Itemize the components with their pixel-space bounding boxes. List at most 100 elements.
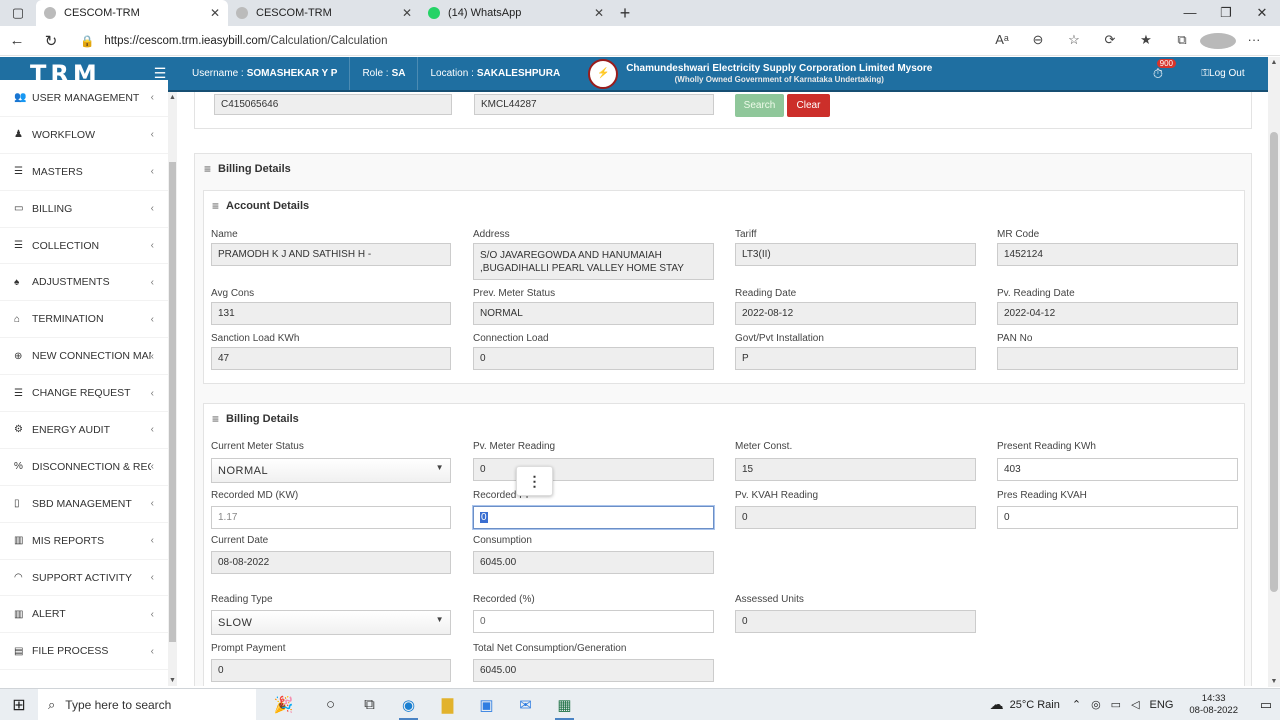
- pres-kvah-input[interactable]: 0: [997, 506, 1238, 529]
- role-info: Role : SA: [350, 57, 419, 90]
- close-tab-icon[interactable]: ✕: [210, 6, 220, 20]
- sidebar-item[interactable]: ☰ MASTERS ‹: [0, 154, 168, 191]
- rr-number-input[interactable]: KMCL44287: [474, 94, 714, 115]
- clear-button[interactable]: Clear: [787, 94, 830, 117]
- sidebar-item[interactable]: ⚙ ENERGY AUDIT ‹: [0, 412, 168, 449]
- favorite-icon[interactable]: ☆: [1056, 32, 1092, 49]
- billing-details-header: ≡ Billing Details: [204, 162, 291, 176]
- more-options-icon[interactable]: ⋮: [516, 466, 553, 496]
- url-field[interactable]: 🔒 https://cescom.trm.ieasybill.com/Calcu…: [72, 30, 984, 52]
- sidebar-item-label: CHANGE REQUEST: [32, 387, 131, 400]
- taskbar-clock[interactable]: 14:33 08-08-2022: [1189, 693, 1238, 717]
- logout-button[interactable]: ⚿Log Out: [1178, 68, 1268, 79]
- sidebar-item[interactable]: ♟ WORKFLOW ‹: [0, 117, 168, 154]
- chevron-left-icon: ‹: [150, 498, 154, 510]
- reading-date-field: 2022-08-12: [735, 302, 976, 325]
- cortana-icon[interactable]: ○: [311, 689, 350, 721]
- close-tab-icon[interactable]: ✕: [402, 6, 412, 20]
- consumption-label: Consumption: [473, 535, 532, 546]
- weather-text[interactable]: 25°C Rain: [1010, 699, 1060, 711]
- sidebar-item[interactable]: 👥 USER MANAGEMENT ‹: [0, 80, 168, 117]
- store-icon[interactable]: ▣: [467, 689, 506, 721]
- sidebar-item[interactable]: ♠ ADJUSTMENTS ‹: [0, 264, 168, 302]
- chevron-left-icon: ‹: [150, 608, 154, 620]
- tab-actions-icon[interactable]: ▢: [0, 0, 36, 26]
- excel-icon[interactable]: ▦: [545, 689, 584, 721]
- chevron-left-icon: ‹: [150, 461, 154, 473]
- browser-tab[interactable]: CESCOM-TRM ✕: [228, 0, 420, 26]
- sidebar-item[interactable]: ▥ ALERT ‹: [0, 596, 168, 634]
- prev-meter-status-field: NORMAL: [473, 302, 714, 325]
- mail-icon[interactable]: ✉: [506, 689, 545, 721]
- sidebar-item[interactable]: % DISCONNECTION & RECO...‹: [0, 449, 168, 486]
- notification-center-icon[interactable]: ▭: [1252, 697, 1280, 713]
- sidebar-item[interactable]: ◠ SUPPORT ACTIVITY ‹: [0, 560, 168, 597]
- tray-chevron-icon[interactable]: ⌃: [1072, 698, 1081, 711]
- collections-icon[interactable]: ⧉: [1164, 32, 1200, 49]
- location-icon[interactable]: ◎: [1091, 698, 1101, 711]
- sidebar-item[interactable]: ▯ SBD MANAGEMENT ‹: [0, 486, 168, 523]
- sidebar-item[interactable]: ☰ CHANGE REQUEST ‹: [0, 375, 168, 413]
- close-tab-icon[interactable]: ✕: [594, 6, 604, 20]
- account-id-input[interactable]: C415065646: [214, 94, 452, 115]
- sidebar: 👥 USER MANAGEMENT ‹ ♟ WORKFLOW ‹ ☰ MASTERS ‹ ▭ BIL…: [0, 80, 168, 674]
- recorded-percent-input[interactable]: 0: [473, 610, 714, 633]
- file-icon: ▤: [14, 645, 24, 657]
- address-bar-row: ← ↻ 🔒 https://cescom.trm.ieasybill.com/C…: [0, 26, 1280, 56]
- plus-circle-icon: ⊕: [14, 350, 23, 362]
- pan-field: [997, 347, 1238, 370]
- sidebar-item[interactable]: ⌂ TERMINATION ‹: [0, 301, 168, 339]
- taskbar-search[interactable]: ⌕ Type here to search: [38, 688, 256, 721]
- close-window-icon[interactable]: ✕: [1244, 5, 1280, 21]
- favorites-bar-icon[interactable]: ★: [1128, 32, 1164, 49]
- edge-browser-icon[interactable]: ◉: [389, 689, 428, 721]
- location-info: Location : SAKALESHPURA: [430, 68, 561, 79]
- volume-icon[interactable]: ◁: [1131, 698, 1139, 711]
- recorded-pf-input[interactable]: 0: [473, 506, 714, 529]
- page-favicon-icon: [44, 7, 56, 19]
- reading-type-label: Reading Type: [211, 594, 273, 605]
- list-icon: ☰: [14, 387, 23, 399]
- account-details-header: ≡ Account Details: [212, 199, 310, 213]
- notification-button[interactable]: ⏱ 900: [1138, 58, 1178, 82]
- recorded-md-input[interactable]: 1.17: [211, 506, 451, 529]
- maximize-icon[interactable]: ❐: [1208, 5, 1244, 21]
- menu-lines-icon: ≡: [212, 412, 220, 426]
- extensions-icon[interactable]: ⟳: [1092, 32, 1128, 49]
- network-icon[interactable]: ▭: [1111, 698, 1121, 711]
- search-button[interactable]: Search: [735, 94, 784, 117]
- mrcode-field: 1452124: [997, 243, 1238, 266]
- file-explorer-icon[interactable]: ▇: [428, 689, 467, 721]
- browser-tab-whatsapp[interactable]: (14) WhatsApp ✕: [420, 0, 612, 26]
- sidebar-item[interactable]: ▭ BILLING ‹: [0, 191, 168, 228]
- read-aloud-icon[interactable]: Aᵃ: [984, 32, 1020, 49]
- assessed-units-field: 0: [735, 610, 976, 633]
- govt-pvt-field: P: [735, 347, 976, 370]
- sidebar-item[interactable]: ▥ MIS REPORTS ‹: [0, 523, 168, 560]
- bar-chart-icon: ▥: [14, 535, 24, 547]
- windows-start-icon[interactable]: ⊞: [0, 695, 38, 715]
- zoom-out-icon[interactable]: ⊖: [1020, 32, 1056, 49]
- reading-type-select[interactable]: SLOW ▼: [211, 610, 451, 635]
- chevron-left-icon: ‹: [150, 572, 154, 584]
- present-reading-kwh-input[interactable]: 403: [997, 458, 1238, 481]
- sidebar-item[interactable]: ⊕ NEW CONNECTION MANA...‹: [0, 338, 168, 376]
- profile-icon[interactable]: [1200, 32, 1236, 49]
- new-tab-button[interactable]: +: [612, 3, 638, 24]
- sidebar-item-label: USER MANAGEMENT: [32, 91, 140, 104]
- users-icon: 👥: [14, 92, 27, 104]
- sidebar-item[interactable]: ▤ FILE PROCESS ‹: [0, 633, 168, 671]
- sidebar-item[interactable]: ☰ COLLECTION ‹: [0, 228, 168, 265]
- more-menu-icon[interactable]: ···: [1236, 32, 1272, 49]
- back-icon[interactable]: ←: [0, 32, 34, 49]
- sidebar-scrollbar[interactable]: ▲ ▼: [168, 92, 177, 686]
- language-indicator[interactable]: ENG: [1150, 699, 1174, 711]
- refresh-icon[interactable]: ↻: [34, 32, 68, 50]
- sidebar-item-label: COLLECTION: [32, 239, 100, 252]
- current-meter-status-select[interactable]: NORMAL ▼: [211, 458, 451, 483]
- browser-tab-active[interactable]: CESCOM-TRM ✕: [36, 0, 228, 26]
- page-scrollbar[interactable]: ▲ ▼: [1268, 57, 1280, 687]
- minimize-icon[interactable]: —: [1172, 5, 1208, 21]
- user-icon: ♟: [14, 129, 23, 141]
- task-view-icon[interactable]: ⧉: [350, 689, 389, 721]
